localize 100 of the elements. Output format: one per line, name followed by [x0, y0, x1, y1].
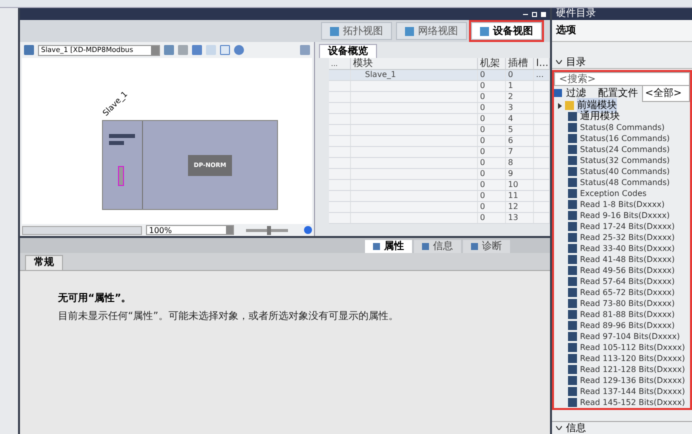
catalog-section-header[interactable]: 目录 — [552, 56, 692, 69]
table-cell: 1 — [506, 81, 534, 91]
catalog-item[interactable]: Read 57-64 Bits(Dxxxx) — [558, 276, 690, 287]
column-header: 模块 — [351, 58, 478, 69]
catalog-item[interactable]: Read 65-72 Bits(Dxxxx) — [558, 287, 690, 298]
expand-arrow-icon[interactable] — [558, 102, 562, 108]
catalog-item[interactable]: Read 1-8 Bits(Dxxxx) — [558, 199, 690, 210]
catalog-item[interactable]: Read 89-96 Bits(Dxxxx) — [558, 320, 690, 331]
catalog-item[interactable]: Status(40 Commands) — [558, 166, 690, 177]
chevron-down-icon — [556, 426, 562, 430]
table-cell: 0 — [478, 147, 506, 157]
table-row[interactable]: 0 11 — [329, 191, 550, 202]
general-tab[interactable]: 常规 — [25, 255, 63, 270]
tab-icon — [422, 243, 429, 250]
table-cell: 0 — [478, 92, 506, 102]
table-row[interactable]: 0 5 — [329, 125, 550, 136]
table-cell: 3 — [506, 103, 534, 113]
table-cell: 2 — [506, 92, 534, 102]
tab-icon — [373, 243, 380, 250]
catalog-item[interactable]: Status(8 Commands) — [558, 122, 690, 133]
table-row[interactable]: 0 1 — [329, 81, 550, 92]
table-cell: 0 — [478, 136, 506, 146]
view-tab[interactable]: 拓扑视图 — [321, 22, 392, 40]
table-row[interactable]: 0 10 — [329, 180, 550, 191]
table-cell: 10 — [506, 180, 534, 190]
table-cell: 0 — [478, 81, 506, 91]
filter-label: 过滤 — [566, 86, 586, 100]
table-cell: 5 — [506, 125, 534, 135]
view-icon — [405, 26, 414, 36]
table-cell: 0 — [506, 70, 534, 80]
table-cell: 0 — [478, 213, 506, 223]
restore-icon — [532, 12, 537, 16]
info-section-header[interactable]: 信息 — [552, 421, 692, 434]
catalog-item[interactable]: Read 73-80 Bits(Dxxxx) — [558, 298, 690, 309]
properties-heading: 无可用“属性”。 — [58, 292, 132, 306]
table-row[interactable]: 0 12 — [329, 202, 550, 213]
inspector-tab[interactable]: 属性 — [365, 240, 412, 253]
catalog-item[interactable]: Read 113-120 Bits(Dxxxx) — [558, 353, 690, 364]
search-field[interactable]: <搜索> — [554, 72, 690, 86]
catalog-item[interactable]: 前端模块 — [558, 100, 690, 111]
catalog-item[interactable]: 通用模块 — [558, 111, 690, 122]
catalog-item[interactable]: Read 121-128 Bits(Dxxxx) — [558, 364, 690, 375]
view-tab[interactable]: 网络视图 — [396, 22, 467, 40]
inspector-tab[interactable]: 诊断 — [463, 240, 510, 253]
properties-message: 目前未显示任何“属性”。可能未选择对象，或者所选对象没有可显示的属性。 — [58, 310, 400, 324]
view-icon — [330, 26, 339, 36]
table-cell: 0 — [478, 114, 506, 124]
table-cell: 12 — [506, 202, 534, 212]
table-cell: 0 — [478, 125, 506, 135]
navigator-icon — [304, 226, 312, 234]
table-cell: 13 — [506, 213, 534, 223]
zoom-slider-thumb[interactable] — [267, 226, 272, 234]
view-icon — [480, 26, 489, 36]
filter-checkbox[interactable] — [554, 89, 562, 97]
catalog-item[interactable]: Read 81-88 Bits(Dxxxx) — [558, 309, 690, 320]
table-row[interactable]: 0 8 — [329, 158, 550, 169]
table-row[interactable]: 0 13 — [329, 213, 550, 224]
table-cell: 9 — [506, 169, 534, 179]
profile-label: 配置文件 — [598, 86, 638, 100]
table-row[interactable]: 0 3 — [329, 103, 550, 114]
catalog-item[interactable]: Read 129-136 Bits(Dxxxx) — [558, 375, 690, 386]
catalog-item[interactable]: Status(32 Commands) — [558, 155, 690, 166]
zoom-select[interactable]: 100% — [146, 225, 234, 235]
column-header: 机架 — [478, 58, 506, 69]
table-cell: 7 — [506, 147, 534, 157]
catalog-item[interactable]: Read 105-112 Bits(Dxxxx) — [558, 342, 690, 353]
catalog-item[interactable]: Status(24 Commands) — [558, 144, 690, 155]
table-row[interactable]: Slave_1 0 0 ... — [329, 70, 550, 81]
catalog-item[interactable]: Read 97-104 Bits(Dxxxx) — [558, 331, 690, 342]
table-cell: 8 — [506, 158, 534, 168]
catalog-item[interactable]: Read 25-32 Bits(Dxxxx) — [558, 232, 690, 243]
catalog-item[interactable]: Status(48 Commands) — [558, 177, 690, 188]
catalog-item[interactable]: Status(16 Commands) — [558, 133, 690, 144]
catalog-item[interactable]: Read 33-40 Bits(Dxxxx) — [558, 243, 690, 254]
catalog-title: 硬件目录 — [552, 8, 692, 20]
catalog-item[interactable]: Read 145-152 Bits(Dxxxx) — [558, 397, 690, 408]
table-cell: Slave_1 — [351, 70, 478, 80]
catalog-item[interactable]: Exception Codes — [558, 188, 690, 199]
catalog-item[interactable]: Read 49-56 Bits(Dxxxx) — [558, 265, 690, 276]
table-cell: 0 — [478, 169, 506, 179]
tab-icon — [471, 243, 478, 250]
table-row[interactable]: 0 9 — [329, 169, 550, 180]
table-cell: 4 — [506, 114, 534, 124]
table-cell: 0 — [478, 180, 506, 190]
catalog-item[interactable]: Read 41-48 Bits(Dxxxx) — [558, 254, 690, 265]
table-row[interactable]: 0 7 — [329, 147, 550, 158]
overview-tab[interactable]: 设备概览 — [319, 44, 377, 58]
table-row[interactable]: 0 2 — [329, 92, 550, 103]
table-row[interactable]: 0 4 — [329, 114, 550, 125]
inspector-tab[interactable]: 信息 — [414, 240, 461, 253]
view-tab[interactable]: 设备视图 — [471, 22, 542, 40]
options-header: 选项 — [552, 20, 692, 42]
catalog-item[interactable]: Read 137-144 Bits(Dxxxx) — [558, 386, 690, 397]
table-row[interactable]: 0 6 — [329, 136, 550, 147]
catalog-item[interactable]: Read 17-24 Bits(Dxxxx) — [558, 221, 690, 232]
port-icon — [118, 166, 124, 186]
folder-icon — [565, 101, 574, 110]
table-cell: 11 — [506, 191, 534, 201]
catalog-item[interactable]: Read 9-16 Bits(Dxxxx) — [558, 210, 690, 221]
status-bar-icon — [109, 134, 135, 138]
